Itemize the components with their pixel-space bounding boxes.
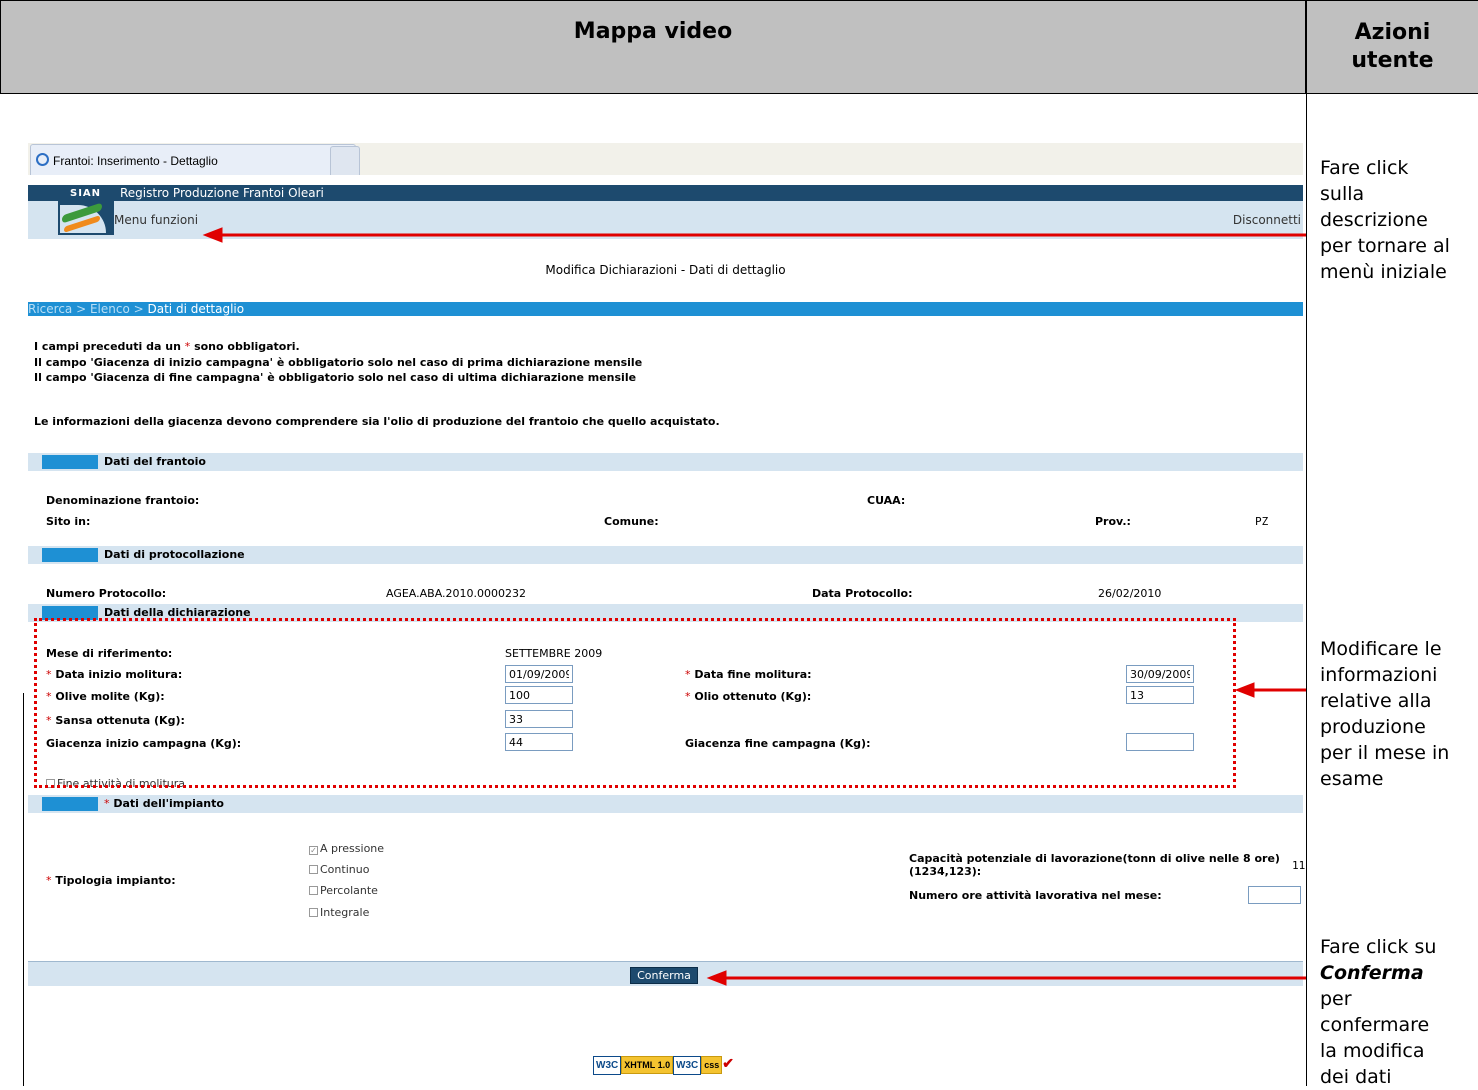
arrow-to-conferma xyxy=(706,970,1306,986)
arrow-to-form xyxy=(1234,682,1306,698)
arrow-to-menu xyxy=(202,227,1306,243)
annotation-arrows xyxy=(202,227,1306,986)
